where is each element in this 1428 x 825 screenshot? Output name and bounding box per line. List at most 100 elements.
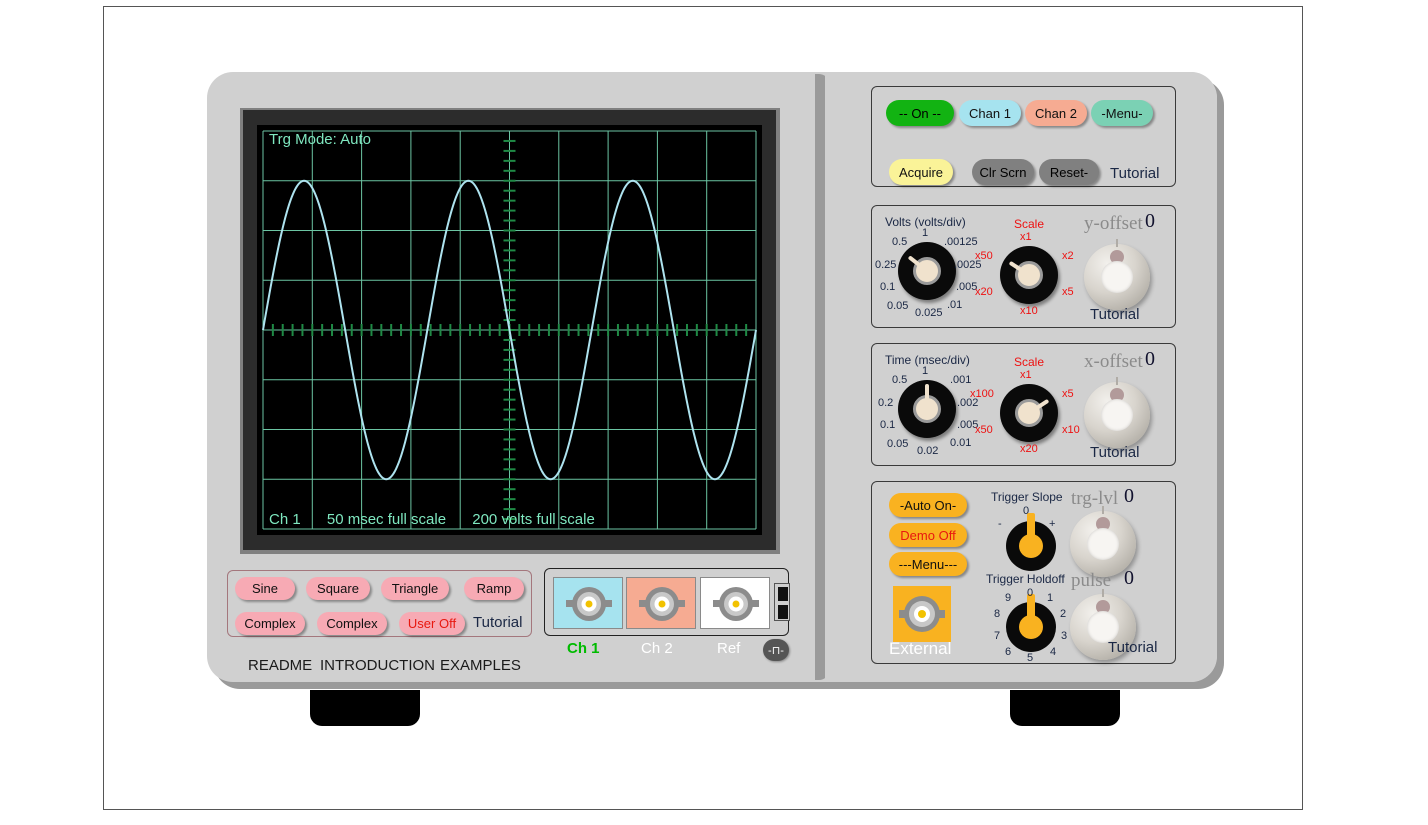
user-off-button[interactable]: User Off	[399, 612, 465, 635]
volts-label-0025b: 0.025	[915, 307, 943, 319]
volts-scale-x1: x1	[1020, 231, 1032, 243]
time-scale-x20: x20	[1020, 443, 1038, 455]
auto-on-button[interactable]: -Auto On-	[889, 493, 967, 517]
trigger-slope-title: Trigger Slope	[991, 490, 1063, 504]
trigger-slope-plus: +	[1049, 518, 1056, 530]
x-offset-tick	[1116, 377, 1118, 385]
holdoff-label-1: 1	[1047, 592, 1054, 604]
trigger-holdoff-knob[interactable]	[1006, 594, 1056, 652]
tutorial-link-time[interactable]: Tutorial	[1090, 444, 1139, 461]
time-label-01: 0.1	[880, 419, 896, 431]
status-volt-scale: 200 volts full scale	[472, 511, 595, 528]
sine-button[interactable]: Sine	[235, 577, 295, 600]
oscilloscope-screen[interactable]: Trg Mode: Auto Ch 1 50 msec full scale 2…	[257, 125, 762, 535]
probe-compensation-switch[interactable]	[774, 583, 790, 621]
acquire-button[interactable]: Acquire	[889, 159, 953, 185]
oscilloscope-app: Trg Mode: Auto Ch 1 50 msec full scale 2…	[0, 0, 1428, 825]
ref-connector-label: Ref	[717, 640, 741, 657]
trg-lvl-inner	[1087, 528, 1119, 560]
trigger-slope-knob[interactable]	[1006, 513, 1056, 571]
introduction-link[interactable]: INTRODUCTION	[320, 657, 435, 674]
ch1-bnc-connector[interactable]	[553, 577, 623, 629]
holdoff-label-6: 6	[1005, 646, 1012, 658]
tutorial-link-trigger[interactable]: Tutorial	[1108, 639, 1157, 656]
pulse-title: pulse	[1071, 570, 1112, 591]
x-offset-inner	[1101, 399, 1133, 431]
chassis-foot-right	[1010, 690, 1120, 726]
complex-2-button[interactable]: Complex	[317, 612, 387, 635]
trigger-panel: -Auto On- Demo Off ---Menu--- External T…	[871, 481, 1176, 664]
status-time-scale: 50 msec full scale	[326, 511, 447, 528]
tutorial-link-volts[interactable]: Tutorial	[1090, 306, 1139, 323]
demo-off-button[interactable]: Demo Off	[889, 523, 967, 547]
volts-panel: Volts (volts/div) 1 0.5 .00125 0.25 .002…	[871, 205, 1176, 328]
time-label-001b: 0.01	[950, 437, 972, 449]
complex-1-button[interactable]: Complex	[235, 612, 305, 635]
chan2-button[interactable]: Chan 2	[1025, 100, 1087, 126]
time-label-001: .001	[950, 374, 972, 386]
trigger-mode-readout: Trg Mode: Auto	[269, 131, 371, 148]
waveform-source-panel: Sine Square Triangle Ramp Complex Comple…	[227, 570, 532, 637]
holdoff-label-0: 0	[1027, 587, 1034, 599]
time-scale-knob[interactable]	[1000, 384, 1058, 442]
volts-per-div-knob[interactable]	[898, 242, 956, 300]
time-label-05: 0.5	[892, 374, 908, 386]
power-on-button[interactable]: -- On --	[886, 100, 954, 126]
chassis-foot-left	[310, 690, 420, 726]
acquisition-panel: -- On -- Chan 1 Chan 2 -Menu- Acquire Cl…	[871, 86, 1176, 187]
volts-scale-x50: x50	[975, 250, 993, 262]
volts-scale-knob[interactable]	[1000, 246, 1058, 304]
y-offset-inner	[1101, 261, 1133, 293]
ramp-button[interactable]: Ramp	[464, 577, 524, 600]
volts-label-05: 0.5	[892, 236, 908, 248]
chan1-button[interactable]: Chan 1	[959, 100, 1021, 126]
examples-link[interactable]: EXAMPLES	[440, 657, 521, 674]
volts-scale-title: Scale	[1013, 217, 1045, 231]
y-offset-value: 0	[1145, 210, 1155, 232]
readme-link[interactable]: README	[248, 657, 312, 674]
time-per-div-knob[interactable]	[898, 380, 956, 438]
volts-scale-hub	[1015, 261, 1043, 289]
holdoff-label-9: 9	[1005, 592, 1012, 604]
time-scale-x50: x50	[975, 424, 993, 436]
x-offset-value: 0	[1145, 348, 1155, 370]
holdoff-label-7: 7	[994, 630, 1001, 642]
volts-label-001: .01	[947, 299, 963, 311]
volts-label-025: 0.25	[875, 259, 897, 271]
tutorial-link-waveform[interactable]: Tutorial	[473, 614, 522, 631]
time-scale-x1: x1	[1020, 369, 1032, 381]
time-scale-title: Scale	[1013, 355, 1045, 369]
tutorial-link-acquisition[interactable]: Tutorial	[1110, 165, 1159, 182]
volts-label-1: 1	[922, 227, 929, 239]
ch2-bnc-connector[interactable]	[626, 577, 696, 629]
reset-button[interactable]: Reset-	[1039, 159, 1099, 185]
y-offset-knob[interactable]	[1084, 239, 1150, 310]
x-offset-knob[interactable]	[1084, 377, 1150, 448]
clear-screen-button[interactable]: Clr Scrn	[972, 159, 1034, 185]
triangle-button[interactable]: Triangle	[381, 577, 449, 600]
pulse-tick	[1102, 589, 1104, 597]
volts-label-00125: .00125	[944, 236, 978, 248]
screen-graticule	[257, 125, 762, 535]
trigger-menu-button[interactable]: ---Menu---	[889, 552, 967, 576]
trg-lvl-value: 0	[1124, 485, 1134, 507]
trigger-slope-stem	[1027, 513, 1035, 539]
time-label-02: 0.2	[878, 397, 894, 409]
menu-button[interactable]: -Menu-	[1091, 100, 1153, 126]
x-offset-title: x-offset	[1084, 351, 1143, 372]
volts-label-005b: 0.05	[887, 300, 909, 312]
ref-bnc-connector[interactable]	[700, 577, 770, 629]
status-channel: Ch 1	[269, 511, 301, 528]
pulse-output-badge[interactable]: -⊓-	[763, 639, 789, 661]
holdoff-label-4: 4	[1050, 646, 1057, 658]
y-offset-title: y-offset	[1084, 213, 1143, 234]
trigger-holdoff-title: Trigger Holdoff	[986, 572, 1065, 586]
external-bnc-connector[interactable]	[893, 586, 951, 642]
ch1-connector-label: Ch 1	[567, 640, 600, 657]
square-button[interactable]: Square	[306, 577, 370, 600]
ch2-connector-label: Ch 2	[641, 640, 673, 657]
trg-lvl-title: trg-lvl	[1071, 488, 1119, 509]
time-label-005b: 0.05	[887, 438, 909, 450]
holdoff-label-2: 2	[1060, 608, 1067, 620]
trg-lvl-tick	[1102, 506, 1104, 514]
